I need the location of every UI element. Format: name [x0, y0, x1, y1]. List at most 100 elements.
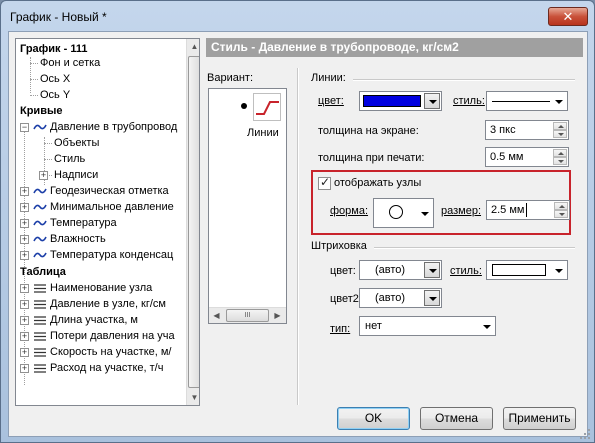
expand-toggle-icon[interactable]: + [20, 235, 29, 244]
cancel-button[interactable]: Отмена [420, 407, 493, 430]
column-icon [34, 332, 46, 341]
column-icon [34, 316, 46, 325]
variant-list[interactable]: Линии ◀ III ▶ [208, 88, 287, 324]
circle-shape-icon [389, 205, 403, 219]
tree-item-column[interactable]: + Потери давления на уча [16, 328, 186, 344]
hatch-style-preview [492, 264, 546, 276]
spin-up-icon[interactable] [553, 122, 567, 130]
line-color-select[interactable] [359, 91, 442, 111]
expand-toggle-icon[interactable]: + [39, 171, 48, 180]
column-icon [34, 284, 46, 293]
variant-label: Вариант: [207, 72, 254, 84]
expand-toggle-icon[interactable]: + [20, 300, 29, 309]
line-style-select[interactable] [486, 91, 568, 111]
column-icon [34, 300, 46, 309]
expand-toggle-icon[interactable]: + [20, 251, 29, 260]
scroll-thumb[interactable] [188, 56, 199, 388]
dropdown-arrow-icon[interactable] [421, 212, 429, 216]
dialog-client: График - 111 Фон и сетка Ось X Ось Y Кри… [8, 31, 588, 437]
ok-button[interactable]: OK [337, 407, 410, 430]
vertical-separator [297, 68, 299, 405]
style-label: стиль: [453, 95, 485, 107]
hatch-color2-select[interactable]: (авто) [359, 288, 442, 308]
apply-button[interactable]: Применить [503, 407, 576, 430]
dropdown-arrow-icon[interactable] [555, 100, 563, 104]
tree-item-column[interactable]: + Наименование узла [16, 280, 186, 296]
variant-item-lines[interactable]: Линии [215, 93, 281, 141]
expand-toggle-icon[interactable]: + [20, 364, 29, 373]
node-size-spinner[interactable]: 2.5 мм [486, 200, 570, 220]
curve-icon [33, 188, 47, 194]
dropdown-arrow-icon[interactable] [424, 290, 440, 306]
panel-header: Стиль - Давление в трубопроводе, кг/см2 [206, 38, 583, 57]
dialog-window: График - Новый * ✕ График - 111 Фон и се… [0, 0, 595, 443]
hatch-color2-label: цвет2: [330, 293, 362, 305]
hatch-type-select[interactable]: нет [359, 316, 496, 336]
hatch-style-label: стиль: [450, 265, 482, 277]
screen-width-spinner[interactable]: 3 пкс [485, 120, 569, 140]
spin-up-icon[interactable] [554, 202, 568, 210]
spin-down-icon[interactable] [553, 157, 567, 165]
scroll-left-icon[interactable]: ◀ [209, 308, 224, 324]
spin-down-icon[interactable] [554, 210, 568, 218]
tree-item-curve[interactable]: + Температура [16, 215, 186, 231]
hatch-group-label: Штриховка [311, 240, 367, 252]
spin-down-icon[interactable] [553, 130, 567, 138]
dropdown-arrow-icon[interactable] [483, 325, 491, 329]
curve-icon [33, 204, 47, 210]
dropdown-arrow-icon[interactable] [424, 262, 440, 278]
line-style-icon [253, 93, 281, 121]
scroll-thumb[interactable]: III [226, 309, 269, 322]
close-button[interactable]: ✕ [548, 7, 588, 26]
scroll-up-icon[interactable]: ▲ [187, 39, 199, 54]
title-bar[interactable]: График - Новый * ✕ [1, 1, 594, 31]
dropdown-arrow-icon[interactable] [555, 269, 563, 273]
tree-item-curve[interactable]: + Влажность [16, 231, 186, 247]
resize-grip-icon[interactable] [579, 428, 591, 440]
tree-item-curve[interactable]: + Минимальное давление [16, 199, 186, 215]
collapse-toggle-icon[interactable]: − [20, 123, 29, 132]
type-label: тип: [330, 323, 351, 335]
node-shape-select[interactable] [373, 198, 434, 228]
hatch-color-label: цвет: [330, 265, 356, 277]
expand-toggle-icon[interactable]: + [20, 316, 29, 325]
color-swatch [363, 95, 421, 107]
expand-toggle-icon[interactable]: + [20, 203, 29, 212]
tree-item-curve[interactable]: + Температура конденсац [16, 247, 186, 263]
screen-width-label: толщина на экране: [318, 125, 419, 137]
curve-icon [33, 220, 47, 226]
curve-icon [33, 252, 47, 258]
variant-scrollbar[interactable]: ◀ III ▶ [209, 307, 286, 323]
expand-toggle-icon[interactable]: + [20, 284, 29, 293]
radio-selected-icon [241, 103, 247, 109]
expand-toggle-icon[interactable]: + [20, 187, 29, 196]
hatch-color-select[interactable]: (авто) [359, 260, 442, 280]
spin-up-icon[interactable] [553, 149, 567, 157]
scroll-right-icon[interactable]: ▶ [270, 308, 285, 324]
dropdown-arrow-icon[interactable] [424, 93, 440, 109]
expand-toggle-icon[interactable]: + [20, 332, 29, 341]
group-divider [353, 79, 575, 81]
tree-item-curve-pressure[interactable]: − Давление в трубопровод [16, 119, 186, 135]
settings-tree: График - 111 Фон и сетка Ось X Ось Y Кри… [15, 38, 200, 406]
size-label: размер: [441, 205, 482, 217]
tree-item-column[interactable]: + Давление в узле, кг/см [16, 296, 186, 312]
expand-toggle-icon[interactable]: + [20, 348, 29, 357]
curve-icon [33, 124, 47, 130]
hatch-style-select[interactable] [486, 260, 568, 280]
curve-icon [33, 236, 47, 242]
tree-item-column[interactable]: + Скорость на участке, м/ [16, 344, 186, 360]
tree-item-column[interactable]: + Расход на участке, т/ч [16, 360, 186, 376]
expand-toggle-icon[interactable]: + [20, 219, 29, 228]
print-width-spinner[interactable]: 0.5 мм [485, 147, 569, 167]
scroll-down-icon[interactable]: ▼ [187, 390, 199, 405]
tree-scrollbar[interactable]: ▲ ▼ [186, 39, 199, 405]
show-nodes-label: отображать узлы [334, 177, 422, 189]
window-title: График - Новый * [10, 10, 107, 24]
show-nodes-checkbox[interactable] [318, 175, 331, 190]
group-divider [374, 247, 575, 249]
text-cursor [526, 203, 527, 217]
line-style-preview [492, 101, 550, 102]
tree-item-curve[interactable]: + Геодезическая отметка [16, 183, 186, 199]
tree-item-column[interactable]: + Длина участка, м [16, 312, 186, 328]
